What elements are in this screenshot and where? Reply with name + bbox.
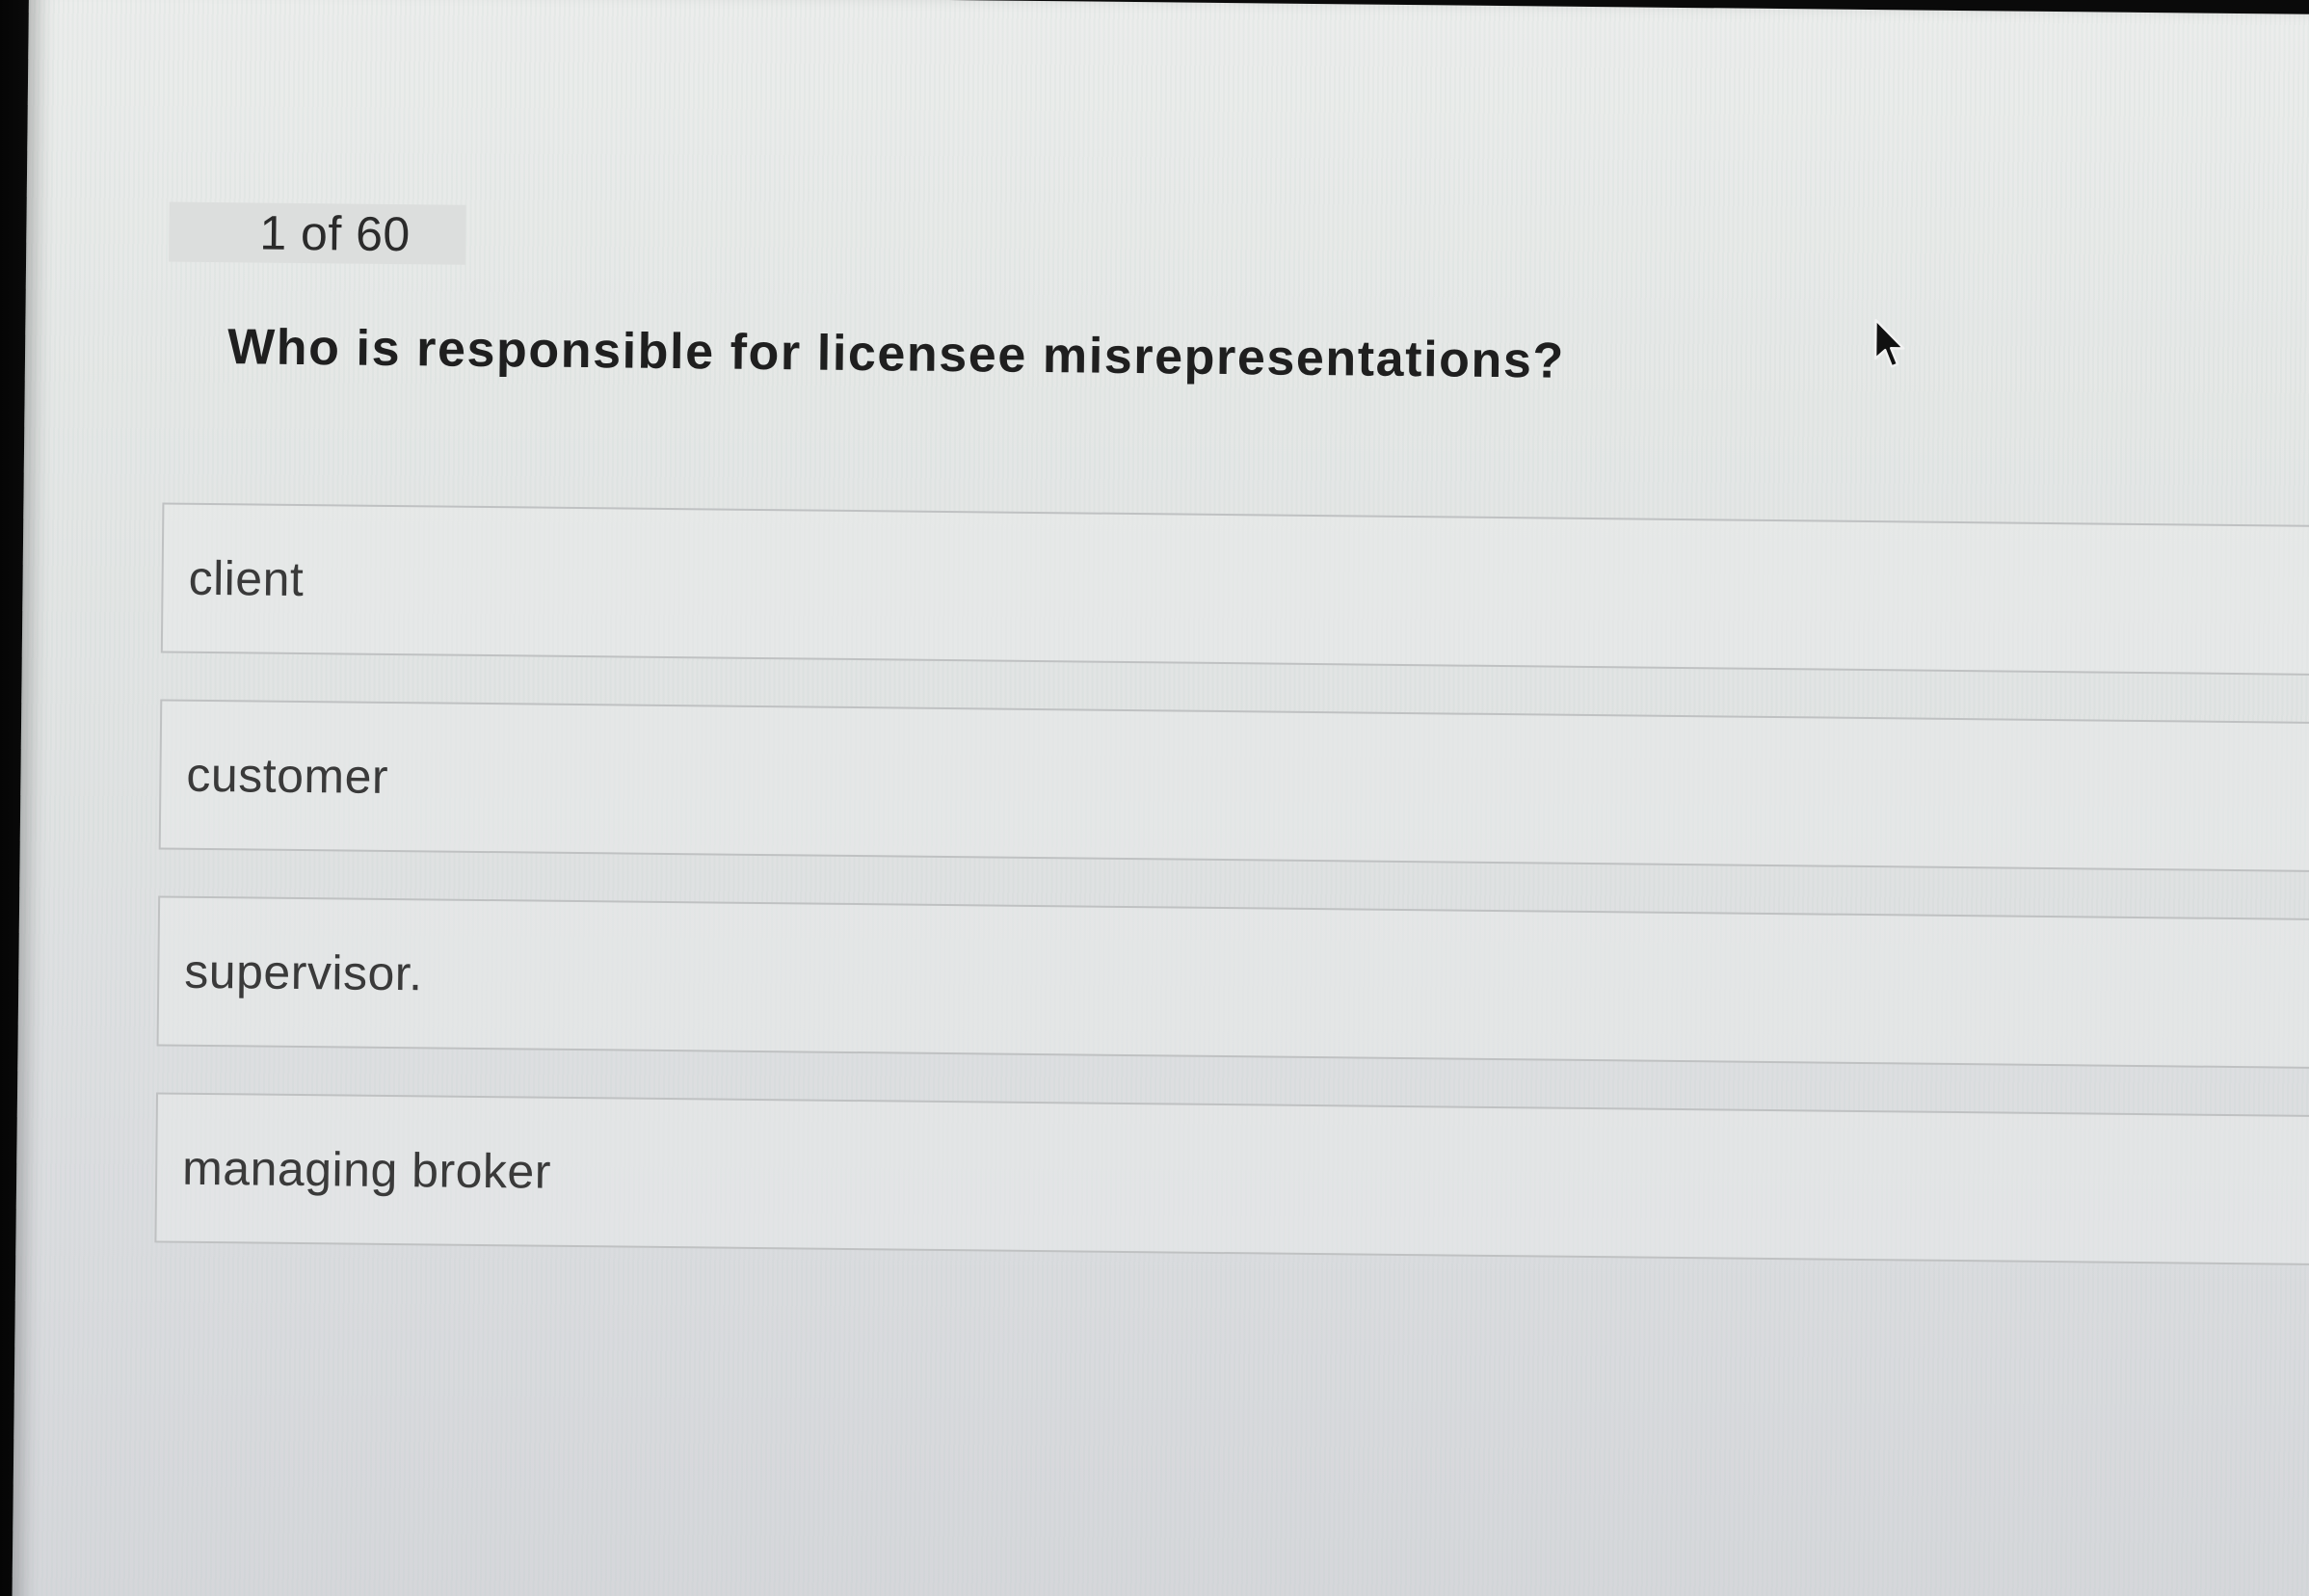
answer-option-label: supervisor.: [184, 944, 423, 1001]
mouse-pointer-icon: [1873, 318, 1905, 368]
question-text: Who is responsible for licensee misrepre…: [226, 319, 1566, 389]
answer-option-label: managing broker: [181, 1140, 552, 1199]
photo-stage: 1 of 60 Who is responsible for licensee …: [0, 0, 2309, 1596]
answer-options: client customer supervisor. managing bro…: [154, 502, 2309, 1312]
question-counter: 1 of 60: [169, 201, 466, 265]
answer-option-supervisor[interactable]: supervisor.: [156, 895, 2309, 1070]
answer-option-client[interactable]: client: [160, 502, 2309, 677]
answer-option-managing-broker[interactable]: managing broker: [154, 1092, 2309, 1266]
answer-option-label: customer: [186, 747, 389, 804]
quiz-screen: 1 of 60 Who is responsible for licensee …: [12, 0, 2309, 1596]
answer-option-customer[interactable]: customer: [158, 699, 2309, 873]
answer-option-label: client: [188, 550, 305, 607]
